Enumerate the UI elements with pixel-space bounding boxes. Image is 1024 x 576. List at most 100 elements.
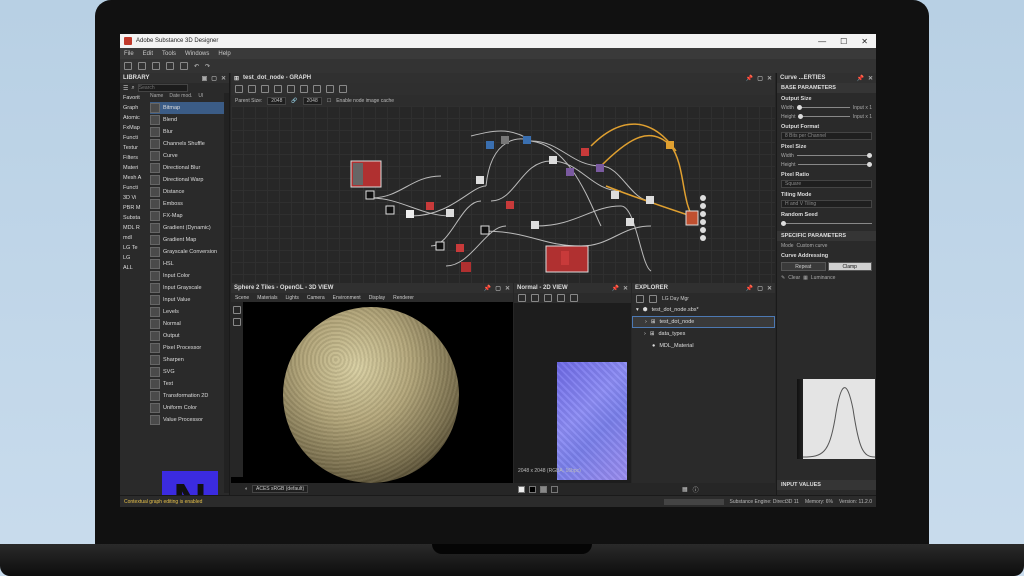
menu-materials[interactable]: Materials [257, 295, 277, 301]
save-icon[interactable] [152, 62, 160, 70]
library-item[interactable]: Gradient Map [150, 234, 224, 246]
menu-camera[interactable]: Camera [307, 295, 325, 301]
width-slider[interactable] [796, 105, 850, 110]
column-ui[interactable]: UI [198, 93, 203, 101]
menu-lights[interactable]: Lights [285, 295, 298, 301]
repeat-button[interactable]: Repeat [781, 262, 826, 271]
new-package-icon[interactable] [649, 294, 657, 303]
library-search-input[interactable] [137, 84, 188, 92]
new-graph-icon[interactable] [124, 62, 132, 70]
close-panel-icon[interactable]: ✕ [221, 75, 226, 82]
filter-icon[interactable]: ⌕ [131, 85, 134, 92]
pin-icon[interactable]: 📌 [484, 285, 491, 292]
tree-item[interactable]: Functi [120, 133, 150, 143]
package-row[interactable]: ▾ ⬢ test_dot_node.sbs* [632, 304, 775, 316]
library-item[interactable]: SVG [150, 366, 224, 378]
library-item[interactable]: Text [150, 378, 224, 390]
close-panel-icon[interactable]: ✕ [767, 75, 772, 82]
library-item[interactable]: Emboss [150, 198, 224, 210]
tree-item[interactable]: LG Te [120, 243, 150, 253]
library-scrollbar[interactable] [224, 93, 229, 493]
library-item[interactable]: Blur [150, 126, 224, 138]
tree-item[interactable]: Graph [120, 103, 150, 113]
pin-icon[interactable]: 📌 [856, 75, 863, 82]
fit-icon[interactable] [518, 294, 526, 302]
menu-file[interactable]: File [124, 51, 134, 57]
tree-item[interactable]: 3D Vi [120, 193, 150, 203]
tiling-icon[interactable] [557, 294, 565, 302]
tree-item[interactable]: Mesh A [120, 173, 150, 183]
minimize-button[interactable]: — [818, 37, 826, 46]
input-values-section[interactable]: INPUT VALUES [777, 480, 876, 490]
tree-item[interactable]: Filters [120, 153, 150, 163]
cache-checkbox[interactable]: ☐ [327, 98, 331, 104]
menu-renderer[interactable]: Renderer [393, 295, 414, 301]
mode-value[interactable]: Custom curve [797, 243, 828, 249]
maximize-panel-icon[interactable]: ▣ [202, 75, 208, 82]
pin-icon[interactable]: 📌 [746, 75, 753, 82]
distribute-icon[interactable] [300, 85, 308, 93]
graph-canvas[interactable] [231, 106, 775, 283]
layout-icon[interactable] [313, 85, 321, 93]
float-panel-icon[interactable]: ▢ [495, 285, 501, 292]
menu-edit[interactable]: Edit [143, 51, 153, 57]
library-item[interactable]: Directional Blur [150, 162, 224, 174]
expand-icon[interactable]: › [645, 319, 647, 325]
library-item[interactable]: Input Grayscale [150, 282, 224, 294]
library-item[interactable]: Output [150, 330, 224, 342]
maximize-button[interactable]: ☐ [840, 37, 847, 46]
clear-icon[interactable]: ✎ [781, 275, 785, 281]
menu-scene[interactable]: Scene [235, 295, 249, 301]
pixel-ratio-select[interactable]: Square [781, 180, 872, 188]
menu-tools[interactable]: Tools [162, 51, 176, 57]
clear-button[interactable]: Clear [788, 275, 800, 281]
info-icon[interactable] [570, 294, 578, 302]
pin-icon[interactable]: 📌 [746, 285, 753, 292]
tree-item[interactable]: mdl [120, 233, 150, 243]
pin-node-icon[interactable] [274, 85, 282, 93]
frame-icon[interactable] [235, 85, 243, 93]
library-item[interactable]: Bitmap [150, 102, 224, 114]
library-item[interactable]: HSL [150, 258, 224, 270]
library-item[interactable]: Channels Shuffle [150, 138, 224, 150]
tree-item[interactable]: MDL R [120, 223, 150, 233]
library-item[interactable]: Grayscale Conversion [150, 246, 224, 258]
specific-parameters-section[interactable]: SPECIFIC PARAMETERS [777, 231, 876, 241]
light-icon[interactable] [233, 318, 241, 326]
size-select[interactable]: 2048 [302, 96, 322, 105]
column-date[interactable]: Date mod. [169, 93, 192, 101]
bg-checker-swatch[interactable] [551, 485, 558, 493]
tree-item[interactable]: LG [120, 253, 150, 263]
explorer-item-data-types[interactable]: › ⊞ data_types [632, 328, 775, 340]
clamp-button[interactable]: Clamp [827, 262, 872, 271]
channels-icon[interactable] [544, 294, 552, 302]
library-item[interactable]: Value Processor [150, 414, 224, 426]
explorer-item-mdl[interactable]: ● MDL_Material [632, 340, 775, 352]
pixel-height-slider[interactable] [798, 162, 872, 167]
random-seed-slider[interactable] [781, 221, 872, 226]
grid-view-icon[interactable]: ▦ [682, 486, 688, 493]
pan-icon[interactable] [248, 85, 256, 93]
zoom-icon[interactable] [531, 294, 539, 302]
tree-item[interactable]: ALL [120, 263, 150, 273]
library-item[interactable]: Distance [150, 186, 224, 198]
explorer-dock-label[interactable]: LG Day Mgr [662, 296, 689, 302]
undo-icon[interactable]: ↶ [194, 63, 199, 70]
link-icon[interactable]: 🔗 [291, 98, 297, 104]
info-icon[interactable]: ⓘ [693, 485, 699, 494]
tiling-mode-select[interactable]: H and V Tiling [781, 200, 872, 208]
channel-select[interactable]: Luminance [811, 275, 835, 281]
open-icon[interactable] [138, 62, 146, 70]
tree-item[interactable]: Textur [120, 143, 150, 153]
float-panel-icon[interactable]: ▢ [757, 285, 763, 292]
tree-item[interactable]: Materi [120, 163, 150, 173]
curve-editor[interactable] [797, 379, 876, 459]
library-item[interactable]: Input Value [150, 294, 224, 306]
library-item[interactable]: Levels [150, 306, 224, 318]
pin-icon[interactable]: 📌 [611, 285, 618, 292]
bg-black-swatch[interactable] [529, 485, 536, 493]
height-relative[interactable]: Input x 1 [853, 114, 872, 120]
menu-environment[interactable]: Environment [333, 295, 361, 301]
float-panel-icon[interactable]: ▢ [757, 75, 763, 82]
camera-icon[interactable] [233, 306, 241, 314]
